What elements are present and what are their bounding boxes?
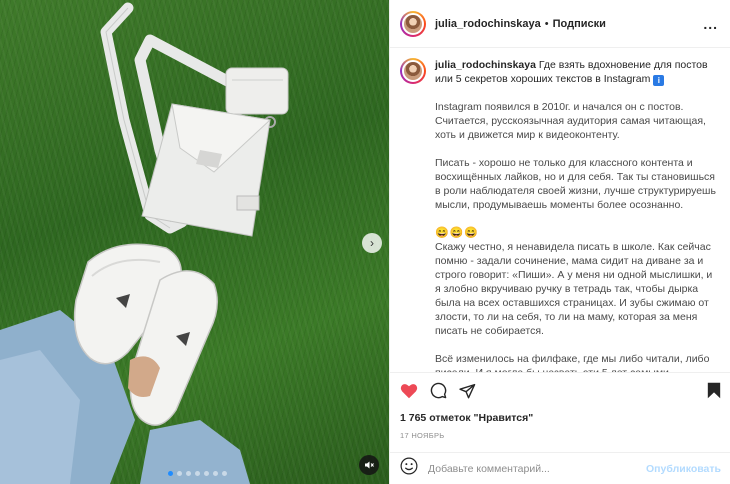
carousel-dot — [186, 471, 191, 476]
share-icon — [459, 383, 476, 398]
carousel-indicator — [168, 471, 227, 476]
header-separator: • — [544, 17, 549, 30]
following-button[interactable]: Подписки — [553, 18, 606, 30]
comment-button[interactable] — [430, 382, 447, 399]
heart-icon — [400, 383, 418, 398]
speaker-muted-icon — [365, 461, 374, 469]
emoji-row: 😄😄😄 — [435, 227, 480, 239]
carousel-dot — [204, 471, 209, 476]
header-username[interactable]: julia_rodochinskaya — [435, 18, 541, 30]
comment-bar: Опубликовать — [390, 452, 730, 484]
caption-paragraph: Instagram появился в 2010г. и начался он… — [435, 101, 706, 141]
info-icon: i — [653, 75, 665, 86]
avatar[interactable] — [400, 10, 426, 37]
post-photo[interactable]: › — [0, 0, 389, 484]
save-button[interactable] — [707, 382, 721, 399]
mute-button[interactable] — [359, 455, 379, 475]
bookmark-icon — [707, 382, 721, 399]
chevron-right-icon: › — [370, 236, 374, 250]
carousel-dot — [168, 471, 173, 476]
photo-content — [0, 2, 289, 484]
caption-avatar[interactable] — [400, 58, 426, 84]
more-options-icon[interactable]: ... — [703, 16, 718, 32]
caption-paragraph: Писать - хорошо не только для классного … — [435, 157, 716, 211]
caption-text: julia_rodochinskaya Где взять вдохновени… — [435, 58, 719, 372]
instagram-post: › julia_rodochinskaya • Подписки ... jul… — [0, 0, 730, 484]
smiley-icon — [400, 457, 418, 475]
carousel-dot — [213, 471, 218, 476]
likes-count[interactable]: 1 765 отметок "Нравится" — [400, 412, 533, 424]
caption-area[interactable]: julia_rodochinskaya Где взять вдохновени… — [390, 48, 730, 372]
emoji-button[interactable] — [400, 457, 418, 480]
carousel-dot — [177, 471, 182, 476]
action-bar — [390, 372, 730, 408]
caption-username[interactable]: julia_rodochinskaya — [435, 59, 536, 71]
caption-paragraph: Всё изменилось на филфаке, где мы либо ч… — [435, 353, 710, 372]
post-date[interactable]: 17 НОЯБРЬ — [400, 431, 444, 440]
comment-icon — [430, 382, 447, 399]
share-button[interactable] — [459, 383, 476, 399]
caption-paragraph: Скажу честно, я ненавидела писать в школ… — [435, 241, 713, 337]
publish-button[interactable]: Опубликовать — [646, 463, 721, 475]
like-button[interactable] — [400, 383, 418, 399]
post-header: julia_rodochinskaya • Подписки ... — [390, 0, 730, 48]
carousel-next-button[interactable]: › — [362, 233, 382, 253]
post-sidebar: julia_rodochinskaya • Подписки ... julia… — [389, 0, 730, 484]
comment-input[interactable] — [428, 462, 647, 475]
carousel-dot — [222, 471, 227, 476]
carousel-dot — [195, 471, 200, 476]
